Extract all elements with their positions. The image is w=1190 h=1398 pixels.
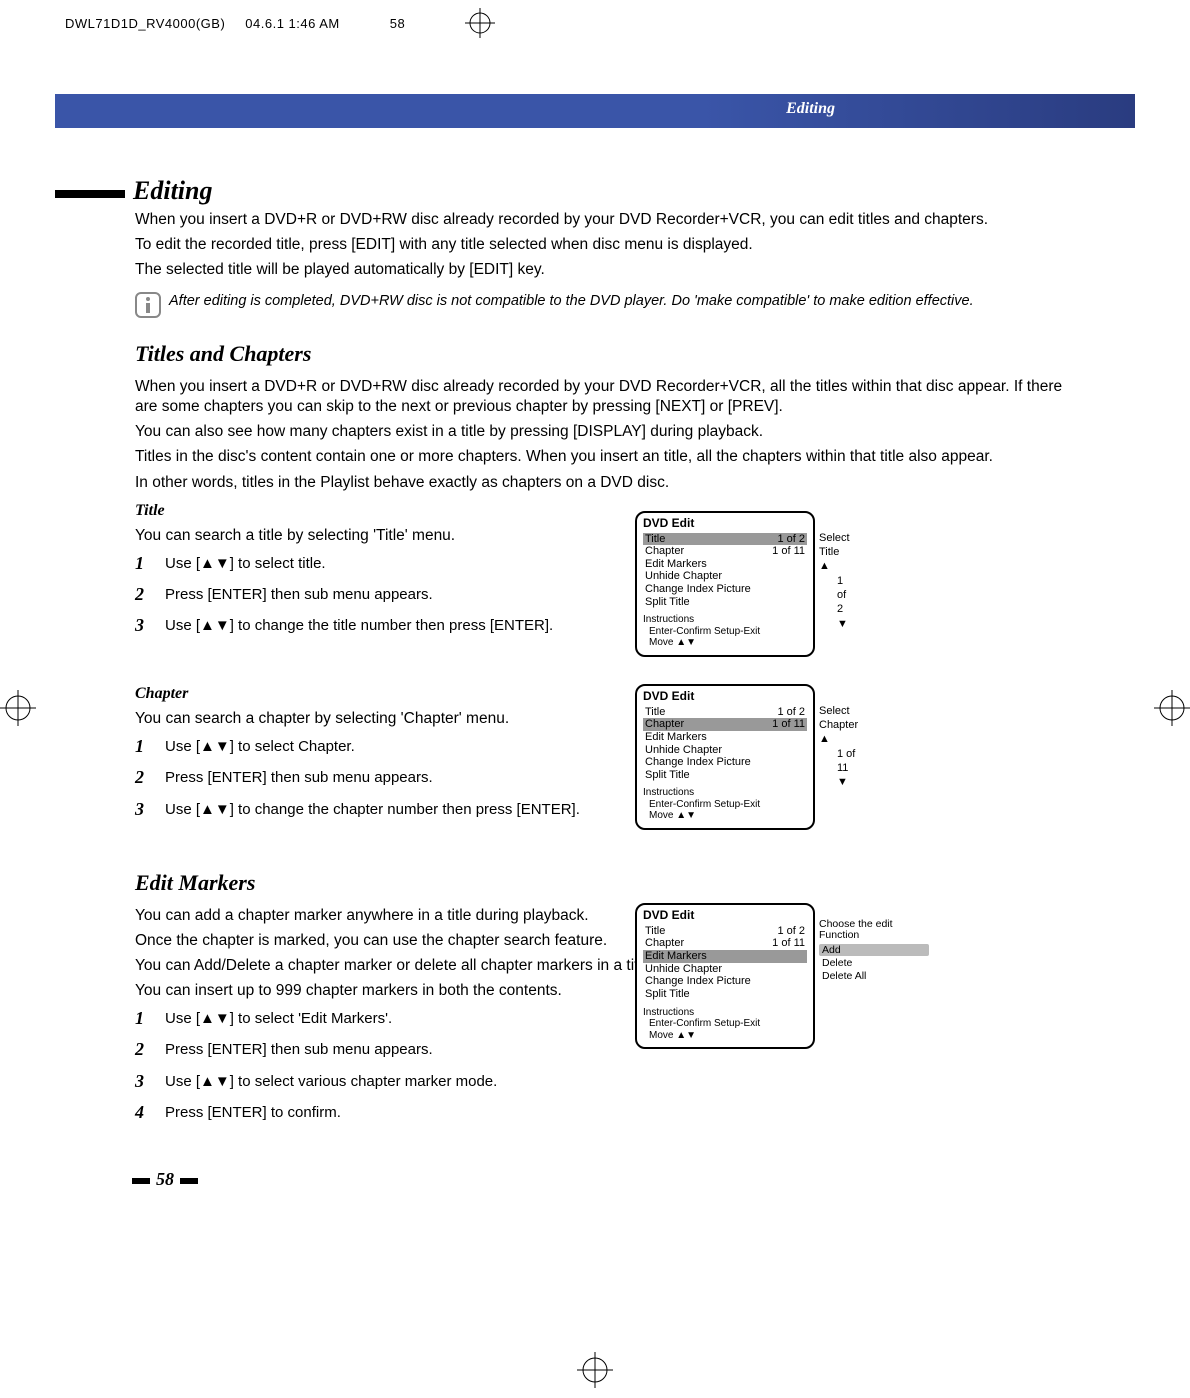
print-filename: DWL71D1D_RV4000(GB)	[65, 16, 225, 31]
titles-chapters-heading: Titles and Chapters	[135, 340, 1070, 369]
edit-markers-heading: Edit Markers	[135, 869, 1070, 898]
tc-p4: In other words, titles in the Playlist b…	[135, 473, 1070, 493]
arrow-down-icon: ▼	[837, 618, 848, 630]
intro-p3: The selected title will be played automa…	[135, 260, 1070, 280]
arrow-down-icon: ▼	[837, 776, 848, 788]
section-title: Editing	[133, 176, 212, 206]
registration-mark-icon	[465, 8, 495, 38]
step-num: 1	[135, 735, 151, 758]
print-page-marker: 58	[390, 16, 405, 31]
dvd-edit-panel-markers: DVD Edit Title1 of 2 Chapter1 of 11 Edit…	[635, 903, 955, 1049]
side-label: Select Chapter	[819, 705, 858, 731]
step-num: 4	[135, 1101, 151, 1124]
step-num: 2	[135, 583, 151, 606]
step-text: Press [ENTER] to confirm.	[165, 1101, 1070, 1124]
step-num: 3	[135, 1070, 151, 1093]
panel-title: DVD Edit	[643, 909, 807, 925]
option-add: Add	[819, 944, 929, 956]
registration-mark-icon	[1154, 690, 1190, 726]
side-label: Select Title	[819, 532, 850, 558]
panel-title: DVD Edit	[643, 690, 807, 706]
step-num: 2	[135, 766, 151, 789]
step-num: 3	[135, 614, 151, 637]
print-header: DWL71D1D_RV4000(GB) 04.6.1 1:46 AM 58	[65, 8, 495, 38]
section-bar	[55, 190, 125, 198]
header-bar: Editing	[55, 94, 1135, 128]
side-label: Choose the edit Function	[819, 919, 929, 942]
side-value: 1 of 11	[837, 748, 855, 774]
step-num: 2	[135, 1038, 151, 1061]
info-icon	[135, 292, 161, 318]
dvd-edit-panel-chapter: DVD Edit Title1 of 2 Chapter1 of 11 Edit…	[635, 684, 955, 830]
main-content: When you insert a DVD+R or DVD+RW disc a…	[135, 210, 1070, 1133]
note-row: After editing is completed, DVD+RW disc …	[135, 292, 1070, 318]
page-number: 58	[126, 1169, 204, 1190]
side-value: 1 of 2	[837, 575, 846, 616]
tc-p3: Titles in the disc's content contain one…	[135, 447, 1070, 467]
tc-p1: When you insert a DVD+R or DVD+RW disc a…	[135, 377, 1070, 417]
panel-title: DVD Edit	[643, 517, 807, 533]
registration-mark-icon	[577, 1352, 613, 1388]
registration-mark-bottom	[0, 1352, 1190, 1388]
step-num: 3	[135, 798, 151, 821]
option-delete-all: Delete All	[819, 970, 929, 982]
print-timestamp: 04.6.1 1:46 AM	[245, 16, 339, 31]
tc-p2: You can also see how many chapters exist…	[135, 422, 1070, 442]
step-num: 1	[135, 552, 151, 575]
step-text: Use [▲▼] to select various chapter marke…	[165, 1070, 1070, 1093]
arrow-up-icon: ▲	[819, 733, 830, 745]
header-label: Editing	[786, 100, 835, 118]
intro-p2: To edit the recorded title, press [EDIT]…	[135, 235, 1070, 255]
option-delete: Delete	[819, 957, 929, 969]
arrow-up-icon: ▲	[819, 560, 830, 572]
intro-p1: When you insert a DVD+R or DVD+RW disc a…	[135, 210, 1070, 230]
section-title-row: Editing	[55, 176, 212, 206]
registration-mark-icon	[0, 690, 36, 726]
dvd-edit-panel-title: DVD Edit Title1 of 2 Chapter1 of 11 Edit…	[635, 511, 955, 657]
step-num: 1	[135, 1007, 151, 1030]
note-text: After editing is completed, DVD+RW disc …	[169, 292, 974, 310]
